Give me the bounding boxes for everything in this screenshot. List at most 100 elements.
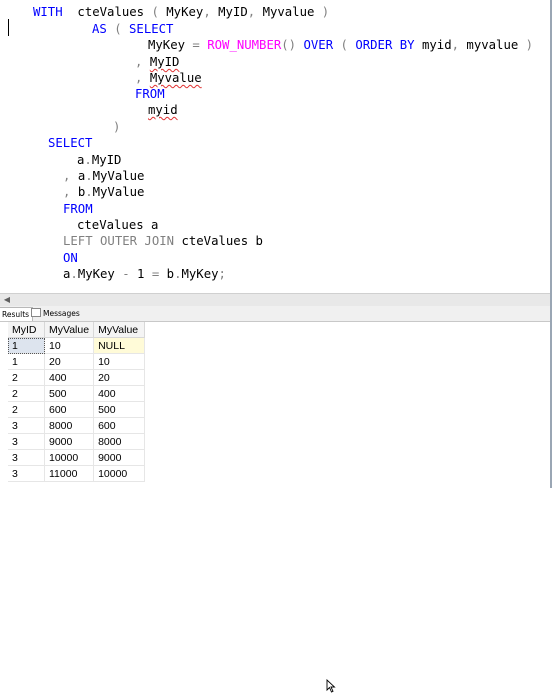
grid-cell[interactable]: 600 xyxy=(93,417,146,434)
code-token: ORDER BY xyxy=(355,38,415,52)
grid-cell[interactable]: 1 xyxy=(8,337,45,354)
code-token: MyKey xyxy=(166,5,204,19)
code-token: cteValues xyxy=(62,5,152,19)
code-line: , MyID xyxy=(135,54,179,70)
table-row[interactable]: 2 400 20 xyxy=(8,369,146,386)
code-token: MyKey xyxy=(77,267,123,281)
grid-cell[interactable]: 3 xyxy=(8,417,45,434)
grid-cell[interactable]: 9000 xyxy=(44,433,95,450)
grid-cell[interactable]: 2 xyxy=(8,401,45,418)
code-token: b xyxy=(166,267,175,281)
code-line: SELECT xyxy=(48,135,92,151)
tab-messages[interactable]: Messages xyxy=(28,307,83,320)
code-token: () xyxy=(281,38,304,52)
code-token: MyKey xyxy=(181,267,219,281)
grid-cell[interactable]: 9000 xyxy=(93,449,146,466)
table-row[interactable]: 3 8000 600 xyxy=(8,417,146,434)
code-token: ) xyxy=(525,38,534,52)
grid-cell[interactable]: 10 xyxy=(44,337,95,354)
grid-cell[interactable]: 10 xyxy=(93,353,146,370)
column-header-myid[interactable]: MyID xyxy=(8,322,45,338)
grid-cell[interactable]: 400 xyxy=(44,369,95,386)
grid-cell[interactable]: 11000 xyxy=(44,465,95,482)
code-token: WITH xyxy=(33,5,63,19)
code-token: , xyxy=(135,71,150,85)
grid-cell[interactable]: 8000 xyxy=(93,433,146,450)
code-token: FROM xyxy=(63,202,93,216)
grid-cell[interactable]: NULL xyxy=(93,337,146,354)
grid-cell[interactable]: 400 xyxy=(93,385,146,402)
code-token: LEFT OUTER JOIN xyxy=(63,234,175,248)
table-row[interactable]: 3 9000 8000 xyxy=(8,433,146,450)
results-tab-bar: Results Messages xyxy=(0,306,552,322)
tab-results-label: Results xyxy=(2,310,30,319)
mouse-pointer-icon xyxy=(326,679,336,693)
table-row[interactable]: 3 11000 10000 xyxy=(8,465,146,482)
grid-cell[interactable]: 600 xyxy=(44,401,95,418)
grid-cell[interactable]: 500 xyxy=(93,401,146,418)
code-line: a.MyKey - 1 = b.MyKey; xyxy=(63,266,226,282)
code-token: - xyxy=(122,267,138,281)
code-token: MyID xyxy=(91,153,122,167)
grid-cell[interactable]: 2 xyxy=(8,369,45,386)
code-token: . xyxy=(84,153,92,167)
tab-messages-label: Messages xyxy=(43,309,80,318)
grid-cell[interactable]: 2 xyxy=(8,385,45,402)
results-grid[interactable]: MyID MyValue MyValue 1 10 NULL 1 20 10 2 400 20 2… xyxy=(8,322,146,482)
table-row[interactable]: 3 10000 9000 xyxy=(8,449,146,466)
code-token: ) xyxy=(113,120,121,134)
grid-cell[interactable]: 3 xyxy=(8,433,45,450)
grid-cell[interactable]: 1 xyxy=(8,353,45,370)
code-line: , b.MyValue xyxy=(63,184,144,200)
code-line: , a.MyValue xyxy=(63,168,144,184)
code-token: ( xyxy=(106,22,130,36)
code-token: MyID xyxy=(149,55,180,69)
code-line: cteValues a xyxy=(77,217,158,233)
code-token: 1 xyxy=(137,267,152,281)
table-row[interactable]: 1 10 NULL xyxy=(8,337,146,354)
code-token: , xyxy=(451,38,467,52)
code-token: . xyxy=(85,185,93,199)
code-token: , xyxy=(135,55,150,69)
code-token: FROM xyxy=(135,87,165,101)
code-token: , xyxy=(63,185,78,199)
code-line: a.MyID xyxy=(77,152,121,168)
sql-query-editor[interactable]: WITH cteValues ( MyKey, MyID, Myvalue ) A… xyxy=(0,0,552,293)
code-token: cteValues a xyxy=(77,218,159,232)
code-line: myid xyxy=(148,102,178,118)
code-token: MyKey xyxy=(148,38,193,52)
code-token: MyID xyxy=(218,5,248,19)
table-row[interactable]: 1 20 10 xyxy=(8,353,146,370)
code-line: FROM xyxy=(135,86,165,102)
grid-cell[interactable]: 3 xyxy=(8,465,45,482)
code-token: Myvalue xyxy=(262,5,322,19)
grid-cell[interactable]: 20 xyxy=(93,369,146,386)
scroll-left-arrow-icon[interactable]: ◀ xyxy=(2,295,12,305)
code-token: , xyxy=(203,5,219,19)
grid-cell[interactable]: 10000 xyxy=(93,465,146,482)
code-line: FROM xyxy=(63,201,93,217)
code-token: . xyxy=(70,267,78,281)
grid-cell[interactable]: 500 xyxy=(44,385,95,402)
code-token: OVER xyxy=(303,38,334,52)
column-header-myvalue-b[interactable]: MyValue xyxy=(93,322,146,338)
grid-cell[interactable]: 10000 xyxy=(44,449,95,466)
grid-cell[interactable]: 20 xyxy=(44,353,95,370)
table-row[interactable]: 2 500 400 xyxy=(8,385,146,402)
code-token: SELECT xyxy=(48,136,93,150)
column-header-myvalue-a[interactable]: MyValue xyxy=(44,322,95,338)
editor-horizontal-scrollbar[interactable]: ◀ xyxy=(0,293,552,306)
code-line: ON xyxy=(63,250,78,266)
grid-cell[interactable]: 3 xyxy=(8,449,45,466)
code-line: MyKey = ROW_NUMBER() OVER ( ORDER BY myi… xyxy=(148,37,533,53)
table-row[interactable]: 2 600 500 xyxy=(8,401,146,418)
code-token: myid xyxy=(414,38,452,52)
code-line: , Myvalue xyxy=(135,70,202,86)
grid-cell[interactable]: 8000 xyxy=(44,417,95,434)
code-token: MyValue xyxy=(92,169,145,183)
grid-header-row: MyID MyValue MyValue xyxy=(8,322,146,338)
code-token: myid xyxy=(148,103,178,117)
code-token: . xyxy=(85,169,93,183)
code-token: AS xyxy=(92,22,107,36)
code-token: Myvalue xyxy=(149,71,202,85)
